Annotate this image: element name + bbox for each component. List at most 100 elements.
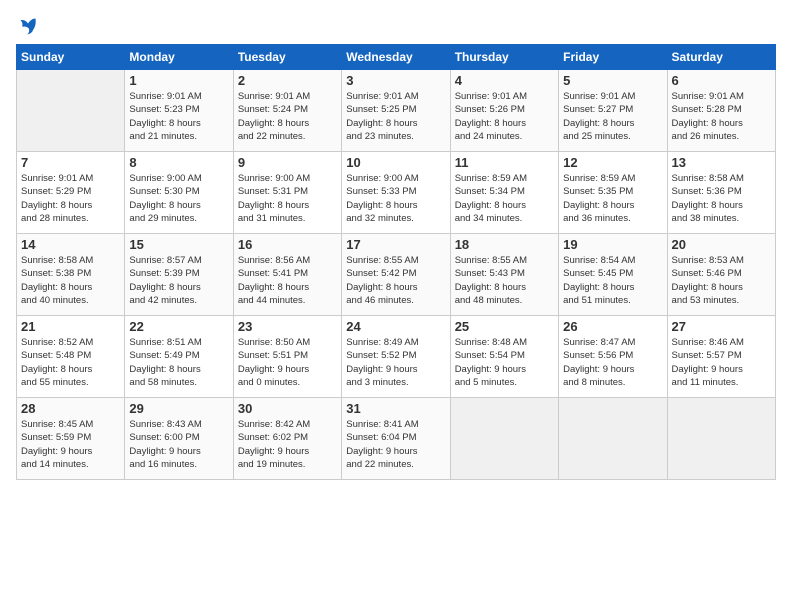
calendar-cell: 12 Sunrise: 8:59 AM Sunset: 5:35 PM Dayli… (559, 152, 667, 234)
calendar-cell: 13 Sunrise: 8:58 AM Sunset: 5:36 PM Dayli… (667, 152, 775, 234)
day-info: Sunrise: 8:45 AM Sunset: 5:59 PM Dayligh… (21, 418, 120, 471)
day-info: Sunrise: 8:55 AM Sunset: 5:42 PM Dayligh… (346, 254, 445, 307)
day-info: Sunrise: 9:00 AM Sunset: 5:33 PM Dayligh… (346, 172, 445, 225)
day-info: Sunrise: 8:53 AM Sunset: 5:46 PM Dayligh… (672, 254, 771, 307)
day-info: Sunrise: 8:58 AM Sunset: 5:36 PM Dayligh… (672, 172, 771, 225)
header-day-friday: Friday (559, 45, 667, 70)
calendar-cell: 27 Sunrise: 8:46 AM Sunset: 5:57 PM Dayli… (667, 316, 775, 398)
day-info: Sunrise: 8:49 AM Sunset: 5:52 PM Dayligh… (346, 336, 445, 389)
day-number: 7 (21, 155, 120, 170)
day-number: 14 (21, 237, 120, 252)
day-info: Sunrise: 8:55 AM Sunset: 5:43 PM Dayligh… (455, 254, 554, 307)
calendar-cell: 6Sunrise: 9:01 AM Sunset: 5:28 PM Daylig… (667, 70, 775, 152)
day-info: Sunrise: 8:42 AM Sunset: 6:02 PM Dayligh… (238, 418, 337, 471)
day-number: 29 (129, 401, 228, 416)
calendar-cell: 11 Sunrise: 8:59 AM Sunset: 5:34 PM Dayli… (450, 152, 558, 234)
calendar-cell: 30 Sunrise: 8:42 AM Sunset: 6:02 PM Dayli… (233, 398, 341, 480)
header-day-monday: Monday (125, 45, 233, 70)
day-number: 6 (672, 73, 771, 88)
calendar-cell: 22 Sunrise: 8:51 AM Sunset: 5:49 PM Dayli… (125, 316, 233, 398)
day-number: 2 (238, 73, 337, 88)
day-info: Sunrise: 9:00 AM Sunset: 5:30 PM Dayligh… (129, 172, 228, 225)
calendar-cell: 5 Sunrise: 9:01 AM Sunset: 5:27 PM Daylig… (559, 70, 667, 152)
week-row-2: 14 Sunrise: 8:58 AM Sunset: 5:38 PM Dayli… (17, 234, 776, 316)
day-info: Sunrise: 9:01 AM Sunset: 5:25 PM Dayligh… (346, 90, 445, 143)
header-day-tuesday: Tuesday (233, 45, 341, 70)
day-number: 4 (455, 73, 554, 88)
day-number: 30 (238, 401, 337, 416)
header-day-sunday: Sunday (17, 45, 125, 70)
day-info: Sunrise: 9:01 AM Sunset: 5:23 PM Dayligh… (129, 90, 228, 143)
header-day-saturday: Saturday (667, 45, 775, 70)
day-number: 21 (21, 319, 120, 334)
calendar-table: SundayMondayTuesdayWednesdayThursdayFrid… (16, 44, 776, 480)
day-number: 18 (455, 237, 554, 252)
day-number: 23 (238, 319, 337, 334)
day-number: 1 (129, 73, 228, 88)
day-number: 8 (129, 155, 228, 170)
day-info: Sunrise: 8:57 AM Sunset: 5:39 PM Dayligh… (129, 254, 228, 307)
calendar-cell: 26 Sunrise: 8:47 AM Sunset: 5:56 PM Dayli… (559, 316, 667, 398)
header-day-thursday: Thursday (450, 45, 558, 70)
day-number: 3 (346, 73, 445, 88)
calendar-cell: 8 Sunrise: 9:00 AM Sunset: 5:30 PM Daylig… (125, 152, 233, 234)
calendar-cell: 19Sunrise: 8:54 AM Sunset: 5:45 PM Dayli… (559, 234, 667, 316)
day-info: Sunrise: 8:48 AM Sunset: 5:54 PM Dayligh… (455, 336, 554, 389)
calendar-cell: 31 Sunrise: 8:41 AM Sunset: 6:04 PM Dayli… (342, 398, 450, 480)
day-number: 31 (346, 401, 445, 416)
day-info: Sunrise: 8:50 AM Sunset: 5:51 PM Dayligh… (238, 336, 337, 389)
day-info: Sunrise: 9:01 AM Sunset: 5:27 PM Dayligh… (563, 90, 662, 143)
calendar-cell: 23 Sunrise: 8:50 AM Sunset: 5:51 PM Dayli… (233, 316, 341, 398)
day-info: Sunrise: 8:54 AM Sunset: 5:45 PM Dayligh… (563, 254, 662, 307)
day-number: 13 (672, 155, 771, 170)
day-info: Sunrise: 8:41 AM Sunset: 6:04 PM Dayligh… (346, 418, 445, 471)
day-number: 22 (129, 319, 228, 334)
day-info: Sunrise: 8:59 AM Sunset: 5:34 PM Dayligh… (455, 172, 554, 225)
day-number: 9 (238, 155, 337, 170)
calendar-cell: 25 Sunrise: 8:48 AM Sunset: 5:54 PM Dayli… (450, 316, 558, 398)
calendar-cell: 1 Sunrise: 9:01 AM Sunset: 5:23 PM Daylig… (125, 70, 233, 152)
day-number: 5 (563, 73, 662, 88)
day-info: Sunrise: 8:59 AM Sunset: 5:35 PM Dayligh… (563, 172, 662, 225)
calendar-cell: 9 Sunrise: 9:00 AM Sunset: 5:31 PM Daylig… (233, 152, 341, 234)
calendar-cell: 18 Sunrise: 8:55 AM Sunset: 5:43 PM Dayli… (450, 234, 558, 316)
calendar-header (16, 16, 776, 36)
calendar-container: SundayMondayTuesdayWednesdayThursdayFrid… (0, 0, 792, 488)
day-info: Sunrise: 8:47 AM Sunset: 5:56 PM Dayligh… (563, 336, 662, 389)
week-row-3: 21Sunrise: 8:52 AM Sunset: 5:48 PM Dayli… (17, 316, 776, 398)
day-number: 20 (672, 237, 771, 252)
calendar-cell: 21Sunrise: 8:52 AM Sunset: 5:48 PM Dayli… (17, 316, 125, 398)
day-number: 27 (672, 319, 771, 334)
day-number: 28 (21, 401, 120, 416)
day-info: Sunrise: 8:51 AM Sunset: 5:49 PM Dayligh… (129, 336, 228, 389)
day-number: 25 (455, 319, 554, 334)
day-number: 11 (455, 155, 554, 170)
day-info: Sunrise: 9:01 AM Sunset: 5:24 PM Dayligh… (238, 90, 337, 143)
calendar-cell: 29 Sunrise: 8:43 AM Sunset: 6:00 PM Dayli… (125, 398, 233, 480)
calendar-cell (559, 398, 667, 480)
day-info: Sunrise: 8:46 AM Sunset: 5:57 PM Dayligh… (672, 336, 771, 389)
day-number: 24 (346, 319, 445, 334)
day-info: Sunrise: 9:01 AM Sunset: 5:29 PM Dayligh… (21, 172, 120, 225)
logo-bird-icon (18, 16, 38, 36)
day-number: 16 (238, 237, 337, 252)
calendar-cell: 15Sunrise: 8:57 AM Sunset: 5:39 PM Dayli… (125, 234, 233, 316)
week-row-0: 1 Sunrise: 9:01 AM Sunset: 5:23 PM Daylig… (17, 70, 776, 152)
week-row-4: 28 Sunrise: 8:45 AM Sunset: 5:59 PM Dayli… (17, 398, 776, 480)
calendar-cell: 10Sunrise: 9:00 AM Sunset: 5:33 PM Dayli… (342, 152, 450, 234)
calendar-cell: 3 Sunrise: 9:01 AM Sunset: 5:25 PM Daylig… (342, 70, 450, 152)
day-number: 26 (563, 319, 662, 334)
day-info: Sunrise: 8:58 AM Sunset: 5:38 PM Dayligh… (21, 254, 120, 307)
logo (16, 16, 38, 36)
calendar-cell: 4Sunrise: 9:01 AM Sunset: 5:26 PM Daylig… (450, 70, 558, 152)
day-number: 12 (563, 155, 662, 170)
calendar-cell (17, 70, 125, 152)
day-info: Sunrise: 9:00 AM Sunset: 5:31 PM Dayligh… (238, 172, 337, 225)
calendar-cell: 20 Sunrise: 8:53 AM Sunset: 5:46 PM Dayli… (667, 234, 775, 316)
calendar-cell: 17Sunrise: 8:55 AM Sunset: 5:42 PM Dayli… (342, 234, 450, 316)
week-row-1: 7 Sunrise: 9:01 AM Sunset: 5:29 PM Daylig… (17, 152, 776, 234)
calendar-cell: 7 Sunrise: 9:01 AM Sunset: 5:29 PM Daylig… (17, 152, 125, 234)
calendar-cell: 24 Sunrise: 8:49 AM Sunset: 5:52 PM Dayli… (342, 316, 450, 398)
calendar-cell: 2 Sunrise: 9:01 AM Sunset: 5:24 PM Daylig… (233, 70, 341, 152)
day-info: Sunrise: 8:43 AM Sunset: 6:00 PM Dayligh… (129, 418, 228, 471)
